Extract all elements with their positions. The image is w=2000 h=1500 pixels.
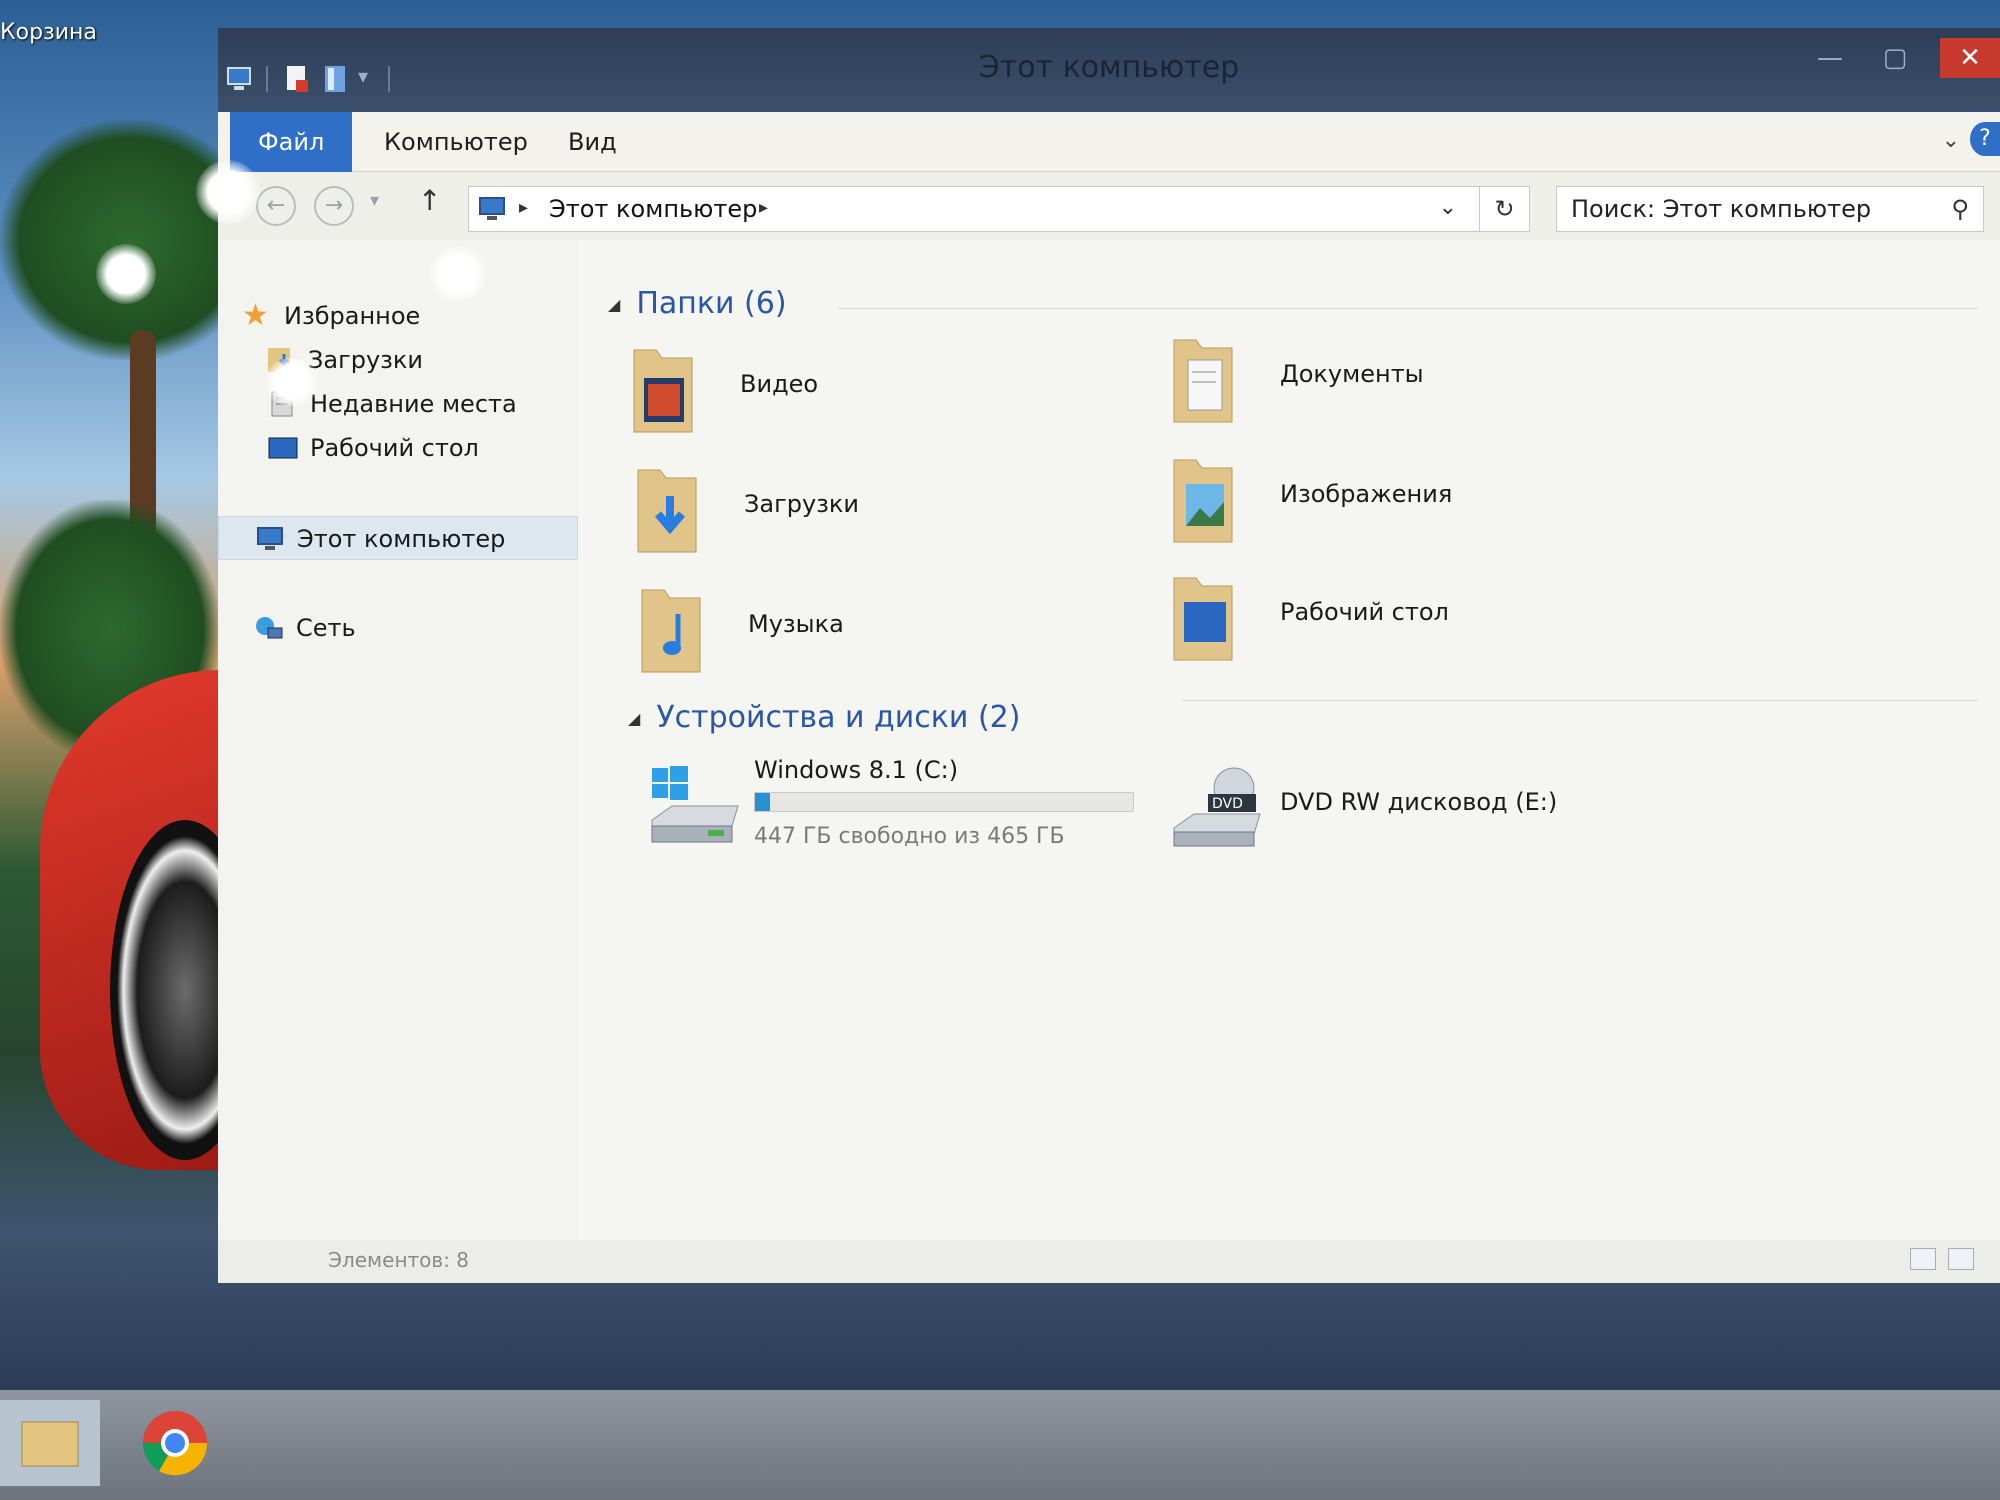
collapse-triangle-icon[interactable]: ◢ xyxy=(608,295,620,314)
search-icon[interactable]: ⚲ xyxy=(1951,195,1969,223)
glare-spot xyxy=(428,246,488,302)
sidebar-item-label: Сеть xyxy=(296,614,356,642)
collapse-triangle-icon[interactable]: ◢ xyxy=(628,709,640,728)
documents-folder-icon xyxy=(1173,339,1233,423)
computer-icon xyxy=(257,527,283,550)
recent-locations-icon[interactable]: ▾ xyxy=(370,190,379,211)
sidebar-item-favorites[interactable]: ★ Избранное xyxy=(218,294,578,338)
minimize-button[interactable]: — xyxy=(1810,38,1850,78)
folder-tile-video[interactable]: Видео xyxy=(630,340,1050,440)
folder-label: Изображения xyxy=(1280,480,1453,508)
drive-tile-c[interactable]: Windows 8.1 (C:) 447 ГБ свободно из 465 … xyxy=(648,756,1168,876)
forward-button[interactable]: → xyxy=(314,186,354,226)
folder-tile-desktop[interactable]: Рабочий стол xyxy=(1170,568,1590,668)
folder-label: Видео xyxy=(740,370,819,398)
computer-icon xyxy=(479,197,505,220)
sidebar-item-this-pc[interactable]: Этот компьютер xyxy=(218,516,578,560)
glare-spot xyxy=(96,244,156,304)
search-box[interactable]: ⚲ xyxy=(1556,186,1984,232)
sidebar-item-label: Недавние места xyxy=(310,390,517,418)
dvd-drive-icon: DVD xyxy=(1173,767,1261,847)
folder-tile-pictures[interactable]: Изображения xyxy=(1170,450,1590,550)
help-icon[interactable]: ? xyxy=(1970,122,2000,156)
title-bar[interactable]: ▾ Этот компьютер — ▢ ✕ xyxy=(218,28,2000,112)
sidebar-item-label: Загрузки xyxy=(308,346,423,374)
details-view-icon[interactable] xyxy=(1910,1248,1936,1270)
folder-label: Музыка xyxy=(748,610,844,638)
folder-label: Рабочий стол xyxy=(1280,598,1449,626)
group-divider xyxy=(838,308,1978,309)
taskbar xyxy=(0,1390,2000,1500)
glare-spot xyxy=(196,160,260,224)
sidebar-item-desktop[interactable]: Рабочий стол xyxy=(218,426,578,470)
chrome-taskbar-icon[interactable] xyxy=(130,1400,230,1486)
drive-label: DVD RW дисковод (E:) xyxy=(1280,788,1558,816)
drive-usage-fill xyxy=(755,793,771,811)
sidebar-item-label: Этот компьютер xyxy=(297,525,506,553)
items-count: Элементов: 8 xyxy=(328,1248,470,1272)
explorer-window: ▾ Этот компьютер — ▢ ✕ Файл Компьютер Ви… xyxy=(218,28,2000,1283)
group-divider xyxy=(1182,700,1978,701)
tab-view[interactable]: Вид xyxy=(540,112,645,172)
folders-group-header[interactable]: ◢ Папки (6) xyxy=(608,286,787,321)
close-button[interactable]: ✕ xyxy=(1940,38,2000,78)
pictures-folder-icon xyxy=(1173,459,1233,543)
window-title: Этот компьютер xyxy=(978,50,1240,85)
breadcrumb-arrow-icon[interactable]: ▸ xyxy=(759,197,768,218)
sidebar-item-label: Избранное xyxy=(284,302,421,330)
back-button[interactable]: ← xyxy=(256,186,296,226)
video-folder-icon xyxy=(633,349,693,433)
search-input[interactable] xyxy=(1571,187,1931,231)
file-explorer-taskbar-icon[interactable] xyxy=(0,1400,100,1486)
sidebar-item-network[interactable]: Сеть xyxy=(218,606,578,650)
large-icons-view-icon[interactable] xyxy=(1948,1248,1974,1270)
devices-group-title: Устройства и диски (2) xyxy=(656,700,1021,735)
drive-label: Windows 8.1 (C:) xyxy=(754,756,959,784)
breadcrumb-this-pc[interactable]: Этот компьютер xyxy=(549,195,757,223)
drive-tile-dvd[interactable]: DVD DVD RW дисковод (E:) xyxy=(1170,756,1590,876)
folders-group-title: Папки (6) xyxy=(636,286,787,321)
folder-tile-downloads[interactable]: Загрузки xyxy=(634,460,1054,560)
ribbon-expand-icon[interactable]: ⌄ xyxy=(1942,128,1960,153)
recycle-bin-label[interactable]: Корзина xyxy=(0,20,97,45)
folder-tile-music[interactable]: Музыка xyxy=(638,580,1058,680)
maximize-button[interactable]: ▢ xyxy=(1875,38,1915,78)
ribbon-tabs: Файл Компьютер Вид ⌄ ? xyxy=(218,112,2000,172)
address-dropdown-icon[interactable]: ⌄ xyxy=(1439,195,1457,220)
up-button[interactable]: ↑ xyxy=(418,184,441,217)
sidebar-item-label: Рабочий стол xyxy=(310,434,479,462)
windows-drive-icon xyxy=(651,766,739,843)
folder-label: Документы xyxy=(1280,360,1424,388)
tab-file[interactable]: Файл xyxy=(230,112,353,172)
status-bar: Элементов: 8 xyxy=(218,1240,2000,1283)
desktop-icon xyxy=(268,437,298,459)
glare-spot xyxy=(264,358,320,406)
downloads-folder-icon xyxy=(637,469,697,553)
star-icon: ★ xyxy=(242,298,269,333)
drive-free-space: 447 ГБ свободно из 465 ГБ xyxy=(754,824,1065,849)
content-pane: ◢ Папки (6) Видео Документы Загрузки Изоб… xyxy=(578,240,2000,1240)
folder-label: Загрузки xyxy=(744,490,859,518)
drive-usage-bar xyxy=(754,792,1134,812)
desktop-folder-icon xyxy=(1173,577,1233,661)
folder-tile-documents[interactable]: Документы xyxy=(1170,330,1590,430)
devices-group-header[interactable]: ◢ Устройства и диски (2) xyxy=(628,700,1020,735)
music-folder-icon xyxy=(641,589,701,673)
breadcrumb-arrow-icon[interactable]: ▸ xyxy=(519,197,528,218)
tab-computer[interactable]: Компьютер xyxy=(356,112,556,172)
refresh-button[interactable]: ↻ xyxy=(1479,187,1529,231)
svg-text:DVD: DVD xyxy=(1212,796,1243,812)
network-icon xyxy=(256,617,283,639)
address-bar[interactable]: ▸ Этот компьютер ▸ ⌄ ↻ xyxy=(468,186,1530,232)
navigation-bar: ← → ▾ ↑ ▸ Этот компьютер ▸ ⌄ ↻ ⚲ xyxy=(218,172,2000,240)
